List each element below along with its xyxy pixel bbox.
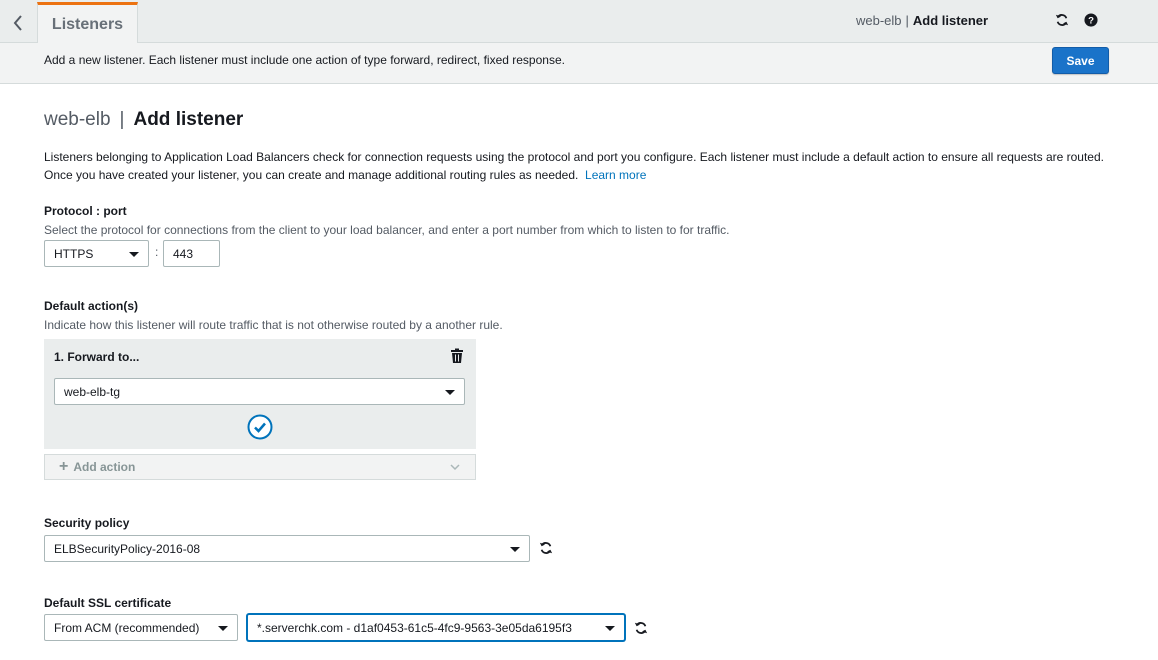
protocol-port-label: Protocol : port	[44, 204, 127, 218]
trash-icon	[451, 348, 463, 363]
add-action-label: Add action	[73, 460, 136, 474]
learn-more-link[interactable]: Learn more	[585, 168, 646, 182]
top-tab-bar: Listeners web-elb | Add listener ?	[0, 0, 1158, 44]
breadcrumb-parent[interactable]: web-elb	[856, 13, 902, 28]
delete-action-button[interactable]	[450, 348, 466, 364]
security-policy-label: Security policy	[44, 516, 130, 530]
confirm-action-button[interactable]	[247, 414, 273, 440]
protocol-port-hint: Select the protocol for connections from…	[44, 223, 730, 237]
description: Listeners belonging to Application Load …	[44, 148, 1114, 184]
add-action-button[interactable]: + Add action	[44, 454, 476, 480]
certificate-select[interactable]: *.serverchk.com - d1af0453-61c5-4fc9-956…	[247, 614, 625, 641]
protocol-select[interactable]: HTTPS	[44, 240, 149, 267]
certificate-source-select[interactable]: From ACM (recommended)	[44, 614, 238, 641]
breadcrumb: web-elb | Add listener	[856, 13, 988, 28]
tab-listeners[interactable]: Listeners	[37, 2, 138, 44]
security-policy-select[interactable]: ELBSecurityPolicy-2016-08	[44, 535, 530, 562]
breadcrumb-current: Add listener	[912, 13, 989, 28]
back-chevron-icon	[13, 14, 22, 31]
refresh-icon	[634, 622, 648, 634]
security-policy-value: ELBSecurityPolicy-2016-08	[54, 541, 201, 556]
default-actions-label: Default action(s)	[44, 299, 139, 313]
check-circle-icon	[247, 414, 273, 440]
caret-down-icon	[129, 252, 139, 257]
page-title-parent: web-elb	[44, 109, 111, 130]
target-group-value: web-elb-tg	[64, 384, 121, 399]
protocol-port-colon: :	[155, 245, 159, 259]
refresh-icon	[1055, 14, 1069, 26]
caret-down-icon	[218, 626, 228, 631]
caret-down-icon	[445, 390, 455, 395]
action-title: 1. Forward to...	[54, 350, 140, 364]
help-button[interactable]: ?	[1083, 12, 1099, 28]
breadcrumb-separator: |	[905, 13, 909, 28]
port-value: 443	[173, 246, 194, 261]
port-input[interactable]: 443	[163, 240, 220, 267]
help-icon: ?	[1084, 13, 1098, 27]
default-actions-hint: Indicate how this listener will route tr…	[44, 318, 503, 332]
refresh-button[interactable]	[1054, 12, 1070, 28]
info-bar-text: Add a new listener. Each listener must i…	[44, 53, 565, 67]
chevron-down-icon	[450, 464, 460, 471]
page-title: web-elb | Add listener	[44, 109, 243, 131]
info-bar: Add a new listener. Each listener must i…	[0, 43, 1158, 84]
refresh-certificate-button[interactable]	[634, 621, 650, 637]
description-text: Listeners belonging to Application Load …	[44, 150, 1104, 182]
refresh-icon	[539, 542, 553, 554]
caret-down-icon	[510, 547, 520, 552]
page-title-current: Add listener	[133, 109, 244, 130]
certificate-source-value: From ACM (recommended)	[54, 620, 200, 635]
page-title-separator: |	[119, 109, 125, 130]
plus-icon: +	[59, 458, 69, 475]
ssl-certificate-label: Default SSL certificate	[44, 596, 172, 610]
refresh-security-policy-button[interactable]	[539, 541, 555, 557]
target-group-select[interactable]: web-elb-tg	[54, 378, 465, 405]
back-button[interactable]	[0, 2, 36, 43]
caret-down-icon	[605, 626, 615, 631]
forward-action-panel: 1. Forward to... web-elb-tg	[44, 339, 476, 449]
certificate-value: *.serverchk.com - d1af0453-61c5-4fc9-956…	[257, 620, 572, 635]
protocol-value: HTTPS	[54, 246, 94, 261]
svg-text:?: ?	[1088, 16, 1094, 27]
save-button[interactable]: Save	[1052, 47, 1109, 74]
